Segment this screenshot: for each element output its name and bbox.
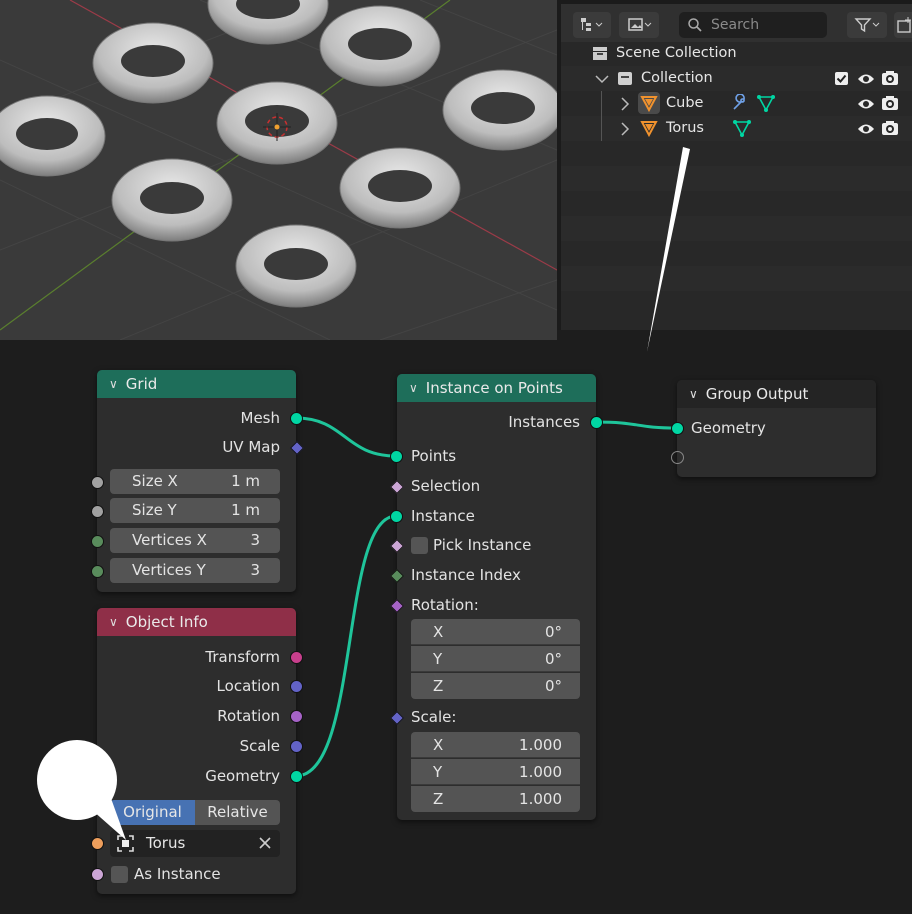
callout-pointer-torus bbox=[647, 147, 690, 352]
callout-annotations bbox=[37, 147, 690, 840]
